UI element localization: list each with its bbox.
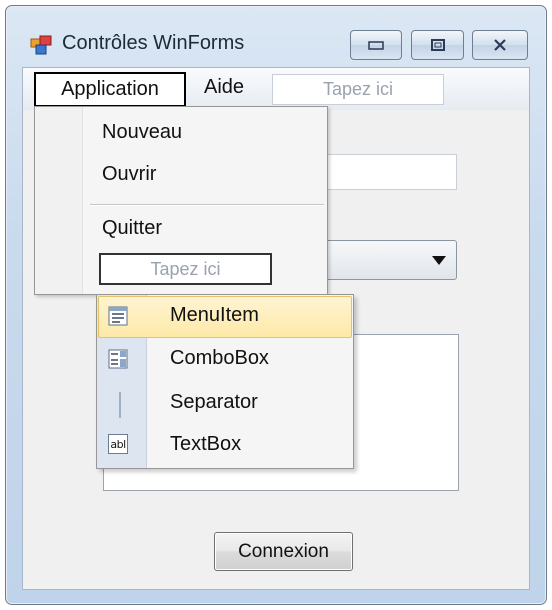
- menu-aide[interactable]: Aide: [204, 76, 244, 99]
- dropdown-icon-gutter: [35, 107, 83, 294]
- close-button[interactable]: [472, 30, 528, 60]
- dropdown-type-here[interactable]: Tapez ici: [99, 253, 272, 285]
- submenu-item-textbox[interactable]: TextBox: [170, 433, 241, 456]
- menu-application[interactable]: Application: [34, 72, 186, 107]
- chevron-down-icon: [432, 256, 446, 265]
- menu-separator: [90, 204, 324, 206]
- menuitem-icon: [108, 306, 128, 326]
- winforms-app-icon: [30, 35, 52, 55]
- separator-icon: [119, 392, 121, 418]
- submenu-item-combobox[interactable]: ComboBox: [170, 347, 269, 370]
- textbox-icon: abl: [108, 434, 128, 454]
- maximize-button[interactable]: [411, 30, 464, 60]
- connexion-button[interactable]: Connexion: [214, 532, 353, 571]
- submenu-label-menuitem[interactable]: MenuItem: [170, 304, 259, 327]
- minimize-button[interactable]: [350, 30, 402, 60]
- window-title: Contrôles WinForms: [62, 32, 245, 54]
- submenu-item-separator[interactable]: Separator: [170, 391, 258, 414]
- menu-item-ouvrir[interactable]: Ouvrir: [102, 163, 156, 186]
- close-icon: [494, 39, 506, 51]
- menu-item-quitter[interactable]: Quitter: [102, 217, 162, 240]
- menubar-type-here[interactable]: Tapez ici: [272, 74, 444, 105]
- menu-item-nouveau[interactable]: Nouveau: [102, 121, 182, 144]
- combobox-icon: [108, 349, 128, 369]
- minimize-icon: [368, 41, 384, 50]
- maximize-icon: [430, 39, 445, 51]
